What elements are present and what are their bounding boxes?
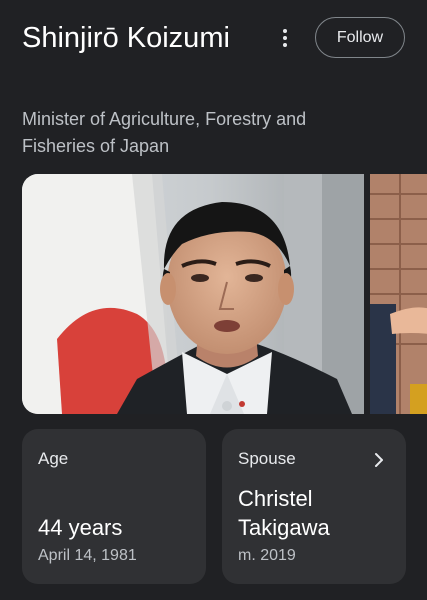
follow-button[interactable]: Follow xyxy=(315,17,405,58)
image-carousel[interactable] xyxy=(22,174,427,414)
marriage-year: m. 2019 xyxy=(238,547,296,564)
portrait-image[interactable] xyxy=(22,174,364,414)
more-options-icon[interactable] xyxy=(275,26,295,50)
age-card[interactable]: Age 44 years April 14, 1981 xyxy=(22,429,206,584)
next-image-preview[interactable] xyxy=(370,174,427,414)
spouse-card[interactable]: Spouse Christel Takigawa m. 2019 xyxy=(222,429,406,584)
birth-date: April 14, 1981 xyxy=(38,547,137,564)
spouse-name[interactable]: Christel Takigawa xyxy=(238,484,388,542)
chevron-right-icon[interactable] xyxy=(372,451,386,469)
age-label: Age xyxy=(38,449,69,468)
entity-subtitle: Minister of Agriculture, Forestry and Fi… xyxy=(22,109,307,156)
age-value: 44 years xyxy=(38,515,123,540)
entity-title: Shinjirō Koizumi xyxy=(22,22,230,54)
spouse-label: Spouse xyxy=(238,449,296,468)
